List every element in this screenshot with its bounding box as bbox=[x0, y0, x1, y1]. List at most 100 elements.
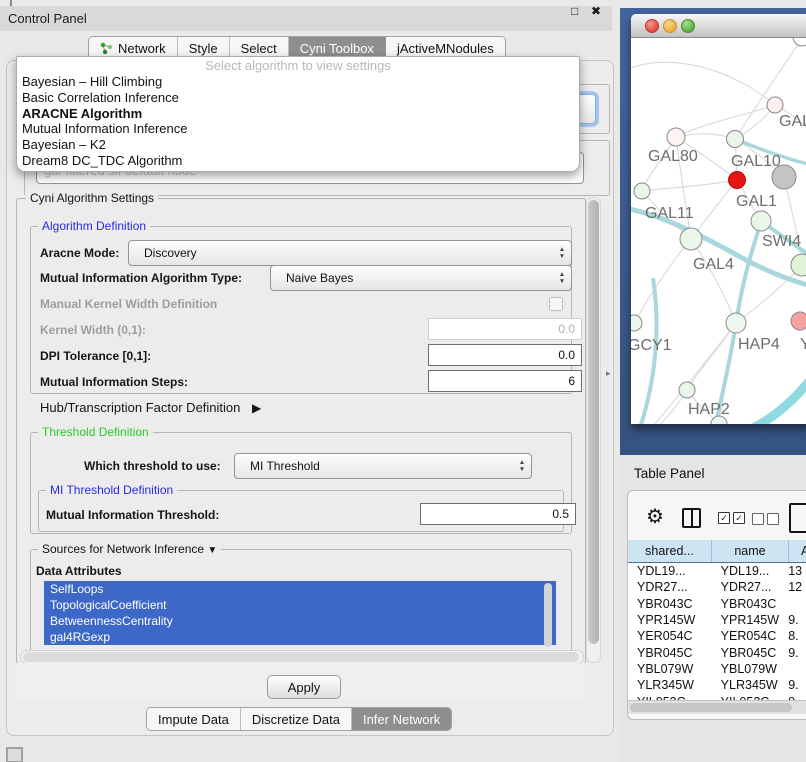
table-row[interactable]: YLR345WYLR345W9. bbox=[628, 677, 806, 693]
dropdown-item[interactable]: Mutual Information Inference bbox=[17, 121, 579, 137]
scrollbar-thumb[interactable] bbox=[588, 200, 599, 644]
node-gal-pink[interactable] bbox=[767, 97, 783, 113]
tab-network-label: Network bbox=[118, 41, 166, 56]
node-label-hap4: HAP4 bbox=[738, 336, 780, 353]
dropdown-item[interactable]: Basic Correlation Inference bbox=[17, 90, 579, 106]
node-gal1-selected[interactable] bbox=[729, 172, 746, 189]
hub-definition-toggle[interactable]: Hub/Transcription Factor Definition ▶ bbox=[40, 400, 261, 415]
table-horizontal-scrollbar[interactable] bbox=[628, 700, 806, 714]
tab-impute-data-label: Impute Data bbox=[158, 712, 229, 727]
apply-button[interactable]: Apply bbox=[267, 675, 341, 699]
attribute-item-selected[interactable]: BetweennessCentrality bbox=[44, 613, 556, 629]
node-hap4[interactable] bbox=[726, 313, 746, 333]
dpi-tolerance-field[interactable]: 0.0 bbox=[428, 344, 582, 366]
dropdown-item[interactable]: Dream8 DC_TDC Algorithm bbox=[17, 153, 579, 169]
table-row[interactable]: YBL079WYBL079W bbox=[628, 661, 806, 677]
network-canvas[interactable]: GAL GAL80 GAL10 GAL1 GAL11 SWI4 GAL4 GCY… bbox=[631, 38, 806, 424]
node-hap2[interactable] bbox=[679, 382, 695, 398]
control-panel-titlebar: Control Panel bbox=[0, 6, 612, 31]
settings-horizontal-scrollbar[interactable] bbox=[20, 650, 584, 664]
stepper-arrows-icon: ▲▼ bbox=[553, 246, 571, 261]
table-panel-title: Table Panel bbox=[634, 466, 705, 481]
kernel-width-label: Kernel Width (0,1): bbox=[40, 323, 146, 337]
attributes-list-scrollbar[interactable] bbox=[543, 583, 553, 651]
node[interactable] bbox=[793, 38, 806, 46]
stepper-arrows-icon: ▲▼ bbox=[553, 271, 571, 286]
aracne-mode-combo[interactable]: Discovery ▲▼ bbox=[128, 240, 572, 266]
network-window-titlebar[interactable] bbox=[631, 14, 806, 38]
mi-type-label: Mutual Information Algorithm Type: bbox=[40, 271, 242, 285]
node-salmon[interactable] bbox=[791, 312, 806, 330]
table-row[interactable]: YPR145WYPR145W9. bbox=[628, 612, 806, 628]
aracne-mode-label: Aracne Mode: bbox=[40, 246, 119, 260]
network-node-labels: GAL GAL80 GAL10 GAL1 GAL11 SWI4 GAL4 GCY… bbox=[631, 113, 806, 418]
table-row[interactable]: YBR045CYBR045C9. bbox=[628, 644, 806, 660]
scrollbar-thumb[interactable] bbox=[23, 652, 579, 662]
kernel-width-field[interactable]: 0.0 bbox=[428, 318, 582, 340]
dropdown-item[interactable]: Bayesian – K2 bbox=[17, 137, 579, 153]
tab-infer-network[interactable]: Infer Network bbox=[352, 708, 451, 730]
node-label-swi4: SWI4 bbox=[762, 233, 801, 250]
dpi-tolerance-label: DPI Tolerance [0,1]: bbox=[40, 349, 151, 363]
node-gcy1[interactable] bbox=[631, 315, 642, 331]
network-window[interactable]: GAL GAL80 GAL10 GAL1 GAL11 SWI4 GAL4 GCY… bbox=[631, 14, 806, 424]
tab-select-label: Select bbox=[241, 41, 277, 56]
network-nodes[interactable] bbox=[631, 38, 806, 424]
node-green[interactable] bbox=[791, 254, 806, 276]
settings-vertical-scrollbar[interactable] bbox=[586, 197, 601, 663]
mi-threshold-field[interactable]: 0.5 bbox=[420, 503, 576, 525]
settings-group-title: Cyni Algorithm Settings bbox=[26, 191, 158, 205]
minimize-window-icon[interactable] bbox=[663, 19, 677, 33]
node-gal80[interactable] bbox=[667, 128, 685, 146]
table-row[interactable]: YDL19...YDL19...13 bbox=[628, 563, 806, 579]
unchecked-box-icon[interactable] bbox=[752, 513, 764, 525]
which-threshold-combo[interactable]: MI Threshold ▲▼ bbox=[234, 453, 532, 479]
minimized-panel-icon[interactable] bbox=[6, 747, 23, 762]
which-threshold-value: MI Threshold bbox=[235, 459, 513, 473]
dropdown-placeholder: Select algorithm to view settings bbox=[17, 57, 579, 74]
column-header-name[interactable]: name bbox=[712, 540, 789, 562]
node-label-gal10: GAL10 bbox=[731, 153, 781, 170]
scrollbar-thumb[interactable] bbox=[544, 583, 552, 647]
mi-threshold-label: Mutual Information Threshold: bbox=[46, 508, 219, 522]
new-document-icon[interactable] bbox=[789, 503, 806, 533]
dropdown-item[interactable]: Bayesian – Hill Climbing bbox=[17, 74, 579, 90]
mi-type-combo[interactable]: Naive Bayes ▲▼ bbox=[270, 265, 572, 291]
gear-icon[interactable]: ⚙ bbox=[646, 504, 664, 529]
attribute-item-selected[interactable]: SelfLoops bbox=[44, 581, 556, 597]
table-row[interactable]: YDR27...YDR27...12 bbox=[628, 579, 806, 595]
sources-group-title[interactable]: Sources for Network Inference ▼ bbox=[38, 542, 221, 556]
tab-cyni-toolbox-label: Cyni Toolbox bbox=[300, 41, 374, 56]
node-gal4[interactable] bbox=[680, 228, 702, 250]
checked-box-icon[interactable]: ✓ bbox=[733, 512, 745, 524]
splitter-arrow-icon[interactable]: ▸ bbox=[606, 368, 611, 379]
close-panel-icon[interactable]: ✖ bbox=[591, 4, 601, 18]
float-window-icon[interactable]: □ bbox=[571, 4, 578, 18]
split-columns-icon[interactable] bbox=[682, 508, 701, 528]
close-window-icon[interactable] bbox=[645, 19, 659, 33]
tab-impute-data[interactable]: Impute Data bbox=[147, 708, 241, 730]
column-header-shared-name[interactable]: shared... bbox=[628, 540, 712, 562]
table-header-row: shared... name A bbox=[628, 540, 806, 564]
unchecked-box-icon[interactable] bbox=[767, 513, 779, 525]
mi-steps-field[interactable]: 6 bbox=[428, 370, 582, 392]
tab-discretize-data[interactable]: Discretize Data bbox=[241, 708, 352, 730]
column-header-partial[interactable]: A bbox=[789, 540, 806, 562]
node-label-y: Y bbox=[800, 336, 806, 353]
data-attributes-list: SelfLoops TopologicalCoefficient Between… bbox=[44, 581, 556, 655]
node-gal10[interactable] bbox=[727, 131, 744, 148]
manual-kernel-checkbox[interactable] bbox=[549, 297, 563, 311]
dropdown-item-selected[interactable]: ARACNE Algorithm bbox=[17, 106, 579, 122]
attribute-item-selected[interactable]: gal4RGexp bbox=[44, 629, 556, 645]
network-icon bbox=[100, 42, 113, 55]
panel-title: Control Panel bbox=[0, 11, 87, 26]
table-row[interactable]: YER054CYER054C8. bbox=[628, 628, 806, 644]
attribute-item-selected[interactable]: TopologicalCoefficient bbox=[44, 597, 556, 613]
zoom-window-icon[interactable] bbox=[681, 19, 695, 33]
checked-box-icon[interactable]: ✓ bbox=[718, 512, 730, 524]
scrollbar-thumb[interactable] bbox=[630, 703, 792, 712]
table-row[interactable]: YBR043CYBR043C bbox=[628, 596, 806, 612]
node-label-gal11: GAL11 bbox=[645, 205, 694, 222]
node-gal11[interactable] bbox=[634, 183, 650, 199]
node-swi4[interactable] bbox=[751, 211, 771, 231]
